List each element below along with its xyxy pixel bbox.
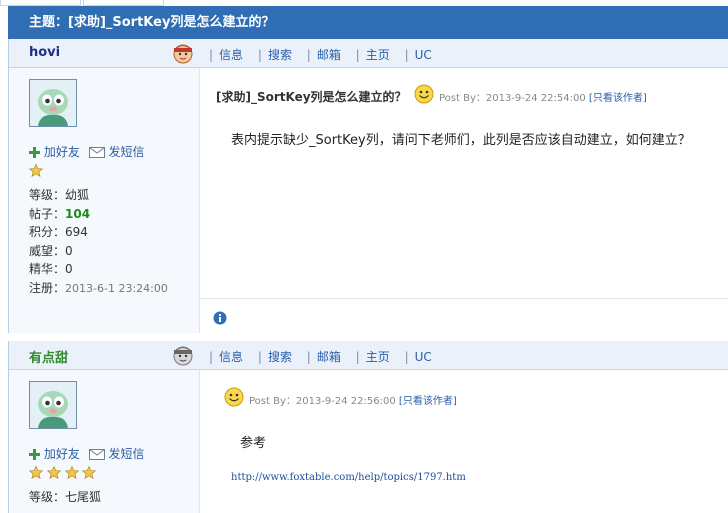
envelope-icon [88, 147, 105, 158]
nav-mail-link[interactable]: 邮箱 [317, 350, 341, 364]
post-title: [求助]_SortKey列是怎么建立的？ [216, 90, 407, 104]
post-body: 参考 [240, 436, 267, 451]
star-icon [82, 465, 97, 480]
avatar[interactable] [29, 381, 77, 429]
post-meta: Post By：2013-9-24 22:54:00 [只看该作者] [439, 93, 647, 104]
username[interactable]: 有点甜 [29, 347, 68, 366]
send-message-button[interactable]: 发短信 [88, 145, 145, 159]
user-nav-links: | 信息 | 搜索 | 邮箱 | 主页 | UC [209, 48, 432, 62]
rank-stars [28, 163, 44, 180]
post-header: 有点甜 | 信息 | 搜索 | 邮箱 | 主页 | UC [9, 341, 728, 370]
reference-link[interactable]: http://www.foxtable.com/help/topics/1797… [231, 472, 466, 483]
essence: 精华：0 [29, 262, 73, 276]
view-author-link[interactable]: [只看该作者] [589, 93, 647, 104]
points: 积分：694 [29, 225, 88, 239]
nav-mail-link[interactable]: 邮箱 [317, 48, 341, 62]
post-body: 表内提示缺少_SortKey列，请问下老师们，此列是否应该自动建立，如何建立？ [231, 133, 691, 148]
smiley-icon [414, 84, 434, 104]
user-nav-links: | 信息 | 搜索 | 邮箱 | 主页 | UC [209, 350, 432, 364]
smiley-icon [224, 387, 244, 407]
nav-home-link[interactable]: 主页 [366, 350, 390, 364]
send-message-button[interactable]: 发短信 [88, 447, 145, 461]
user-actions: 加好友 发短信 [29, 445, 145, 462]
rank-stars [28, 465, 97, 482]
nav-info-link[interactable]: 信息 [219, 48, 243, 62]
thread-title-bar: 主题：[求助]_SortKey列是怎么建立的？ [8, 6, 728, 39]
envelope-icon [88, 449, 105, 460]
post-meta: Post By：2013-9-24 22:56:00 [只看该作者] [249, 396, 457, 407]
username[interactable]: hovi [29, 45, 60, 60]
star-icon [46, 465, 62, 480]
nav-info-link[interactable]: 信息 [219, 350, 243, 364]
info-icon[interactable] [213, 311, 227, 325]
nav-search-link[interactable]: 搜索 [268, 350, 292, 364]
thread-title: 主题：[求助]_SortKey列是怎么建立的？ [29, 15, 275, 30]
nav-search-link[interactable]: 搜索 [268, 48, 292, 62]
user-sidebar: 加好友 发短信 等级：七尾狐 [9, 370, 200, 513]
view-author-link[interactable]: [只看该作者] [399, 396, 457, 407]
user-actions: 加好友 发短信 [29, 143, 145, 160]
plus-icon [29, 449, 40, 460]
nav-uc-link[interactable]: UC [415, 350, 432, 364]
register-date: 注册：2013-6-1 23:24:00 [29, 280, 168, 295]
post-divider [200, 298, 728, 299]
add-friend-button[interactable]: 加好友 [29, 447, 84, 461]
user-sidebar: 加好友 发短信 等级：幼狐 帖子：104 积分：694 威望：0 精华：0 注册… [9, 68, 200, 333]
level: 等级：幼狐 [29, 188, 90, 202]
add-friend-button[interactable]: 加好友 [29, 145, 84, 159]
avatar[interactable] [29, 79, 77, 127]
nav-uc-link[interactable]: UC [415, 48, 432, 62]
post-2: 有点甜 | 信息 | 搜索 | 邮箱 | 主页 | UC 加好友 发短信 等级：… [8, 341, 728, 513]
level: 等级：七尾狐 [29, 490, 102, 504]
post-1: hovi | 信息 | 搜索 | 邮箱 | 主页 | UC 加好友 发短信 等级… [8, 39, 728, 333]
user-face-icon [173, 44, 193, 64]
user-face-icon [173, 346, 193, 366]
plus-icon [29, 147, 40, 158]
nav-home-link[interactable]: 主页 [366, 48, 390, 62]
user-stats: 等级：幼狐 帖子：104 积分：694 威望：0 精华：0 注册：2013-6-… [29, 186, 168, 298]
post-header: hovi | 信息 | 搜索 | 邮箱 | 主页 | UC [9, 39, 728, 68]
star-icon [28, 163, 44, 178]
star-icon [64, 465, 79, 480]
user-stats: 等级：七尾狐 [29, 488, 101, 507]
star-icon [28, 465, 44, 480]
post-count: 帖子：104 [29, 206, 91, 221]
prestige: 威望：0 [29, 243, 73, 258]
